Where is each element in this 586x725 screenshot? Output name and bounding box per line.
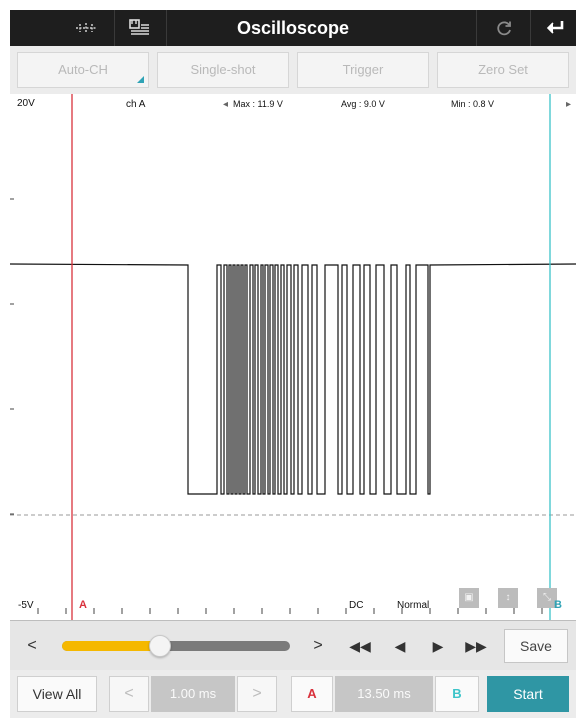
vertical-scale-icon[interactable]: ↕ [498, 588, 518, 608]
play-icon[interactable]: ▶ [426, 621, 450, 671]
channel-label: ch A [126, 99, 146, 110]
min-readout: Min : 0.8 V [451, 99, 495, 109]
max-readout: Max : 11.9 V [233, 99, 283, 109]
back-icon[interactable] [534, 10, 576, 46]
title-bar: Oscilloscope [10, 10, 576, 46]
scroll-controls: < > ◀◀ ◀ ▶ ▶▶ Save [10, 620, 576, 670]
left-arrow-icon[interactable]: ◂ [223, 99, 228, 110]
scope-display[interactable]: 20V ch A ◂ Max : 11.9 V Avg : 9.0 V Min … [10, 94, 576, 620]
dropdown-corner-icon [137, 76, 144, 83]
toolbar: Auto-CH Single-shot Trigger Zero Set [10, 46, 576, 94]
cursor-delta-value: 13.50 ms [335, 676, 433, 712]
trigger-label: Trigger [342, 62, 384, 77]
cursor-b-marker[interactable]: B [554, 599, 562, 611]
single-shot-label: Single-shot [190, 62, 256, 77]
y-max-label: 20V [17, 98, 35, 109]
time-increase-button[interactable]: > [237, 676, 277, 712]
single-shot-button[interactable]: Single-shot [157, 52, 289, 88]
time-decrease-button[interactable]: < [109, 676, 149, 712]
divider [530, 10, 531, 46]
zero-set-button[interactable]: Zero Set [437, 52, 569, 88]
coupling-label: DC [349, 600, 364, 611]
trigger-button[interactable]: Trigger [297, 52, 429, 88]
cursor-a-marker[interactable]: A [79, 599, 87, 611]
waveform-canvas [10, 94, 576, 620]
save-button[interactable]: Save [504, 629, 568, 663]
refresh-icon[interactable] [482, 10, 526, 46]
fast-rewind-icon[interactable]: ◀◀ [346, 621, 374, 671]
divider [476, 10, 477, 46]
fast-forward-icon[interactable]: ▶▶ [462, 621, 490, 671]
time-div-value: 1.00 ms [151, 676, 235, 712]
slider-fill [62, 641, 161, 651]
y-min-label: -5V [18, 600, 34, 611]
trigger-mode-label: Normal [397, 600, 430, 611]
zero-set-label: Zero Set [478, 62, 528, 77]
next-icon[interactable]: > [306, 621, 330, 671]
right-arrow-icon[interactable]: ▸ [566, 99, 571, 110]
prev-icon[interactable]: < [20, 621, 44, 671]
bottom-controls: View All < 1.00 ms > A 13.50 ms B Start [10, 670, 576, 718]
position-slider[interactable] [62, 635, 290, 657]
view-all-button[interactable]: View All [17, 676, 97, 712]
cursor-a-button[interactable]: A [291, 676, 333, 712]
auto-ch-label: Auto-CH [58, 62, 108, 77]
avg-readout: Avg : 9.0 V [341, 99, 385, 109]
start-button[interactable]: Start [487, 676, 569, 712]
slider-thumb[interactable] [149, 635, 172, 657]
cursor-b-button[interactable]: B [435, 676, 479, 712]
auto-ch-button[interactable]: Auto-CH [17, 52, 149, 88]
lock-icon[interactable]: ▣ [459, 588, 479, 608]
step-back-icon[interactable]: ◀ [388, 621, 412, 671]
